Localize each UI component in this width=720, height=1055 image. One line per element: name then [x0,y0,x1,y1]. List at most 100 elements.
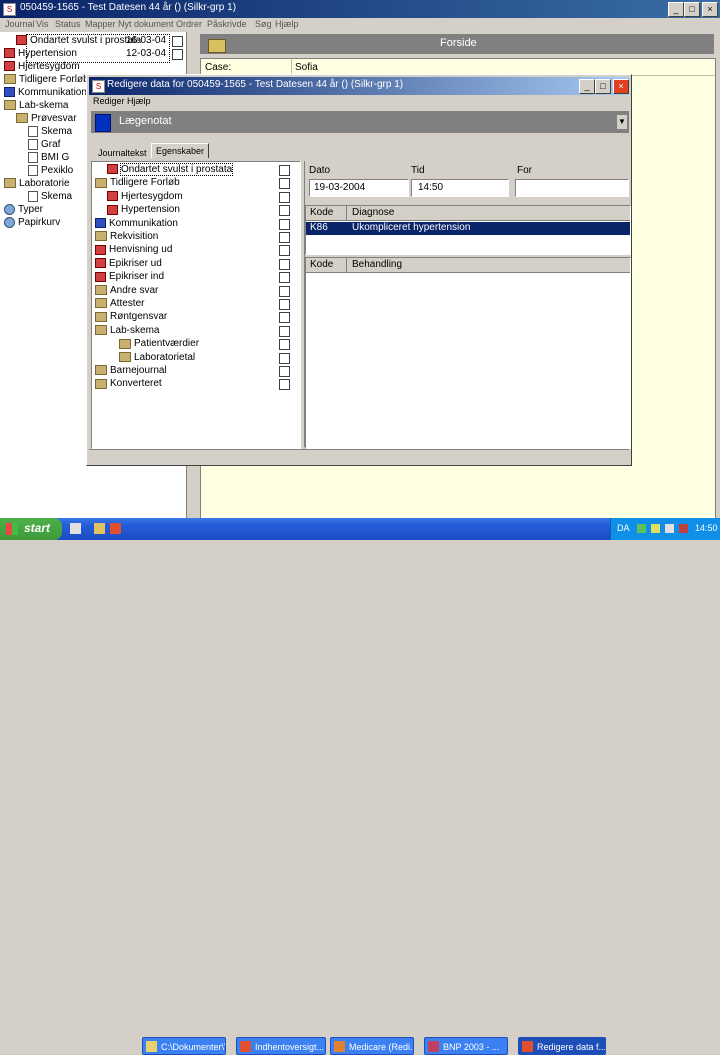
menu-status[interactable]: Status [55,19,81,29]
tree-item[interactable]: Patientværdier [119,337,199,350]
tree-item-checkbox[interactable] [279,218,290,230]
tree-item[interactable]: Prøvesvar [16,112,77,125]
menu-nyt-dokument[interactable]: Nyt dokument [118,19,174,29]
tree-item-checkbox[interactable] [279,379,290,391]
tree-item[interactable]: Kommunikation [95,217,178,230]
maximize-button[interactable]: □ [684,2,700,17]
tree-item[interactable]: Laboratorie [4,177,70,190]
dialog-minimize-button[interactable]: _ [579,79,595,94]
tree-item[interactable]: Epikriser ud [95,257,162,270]
tray-icon-1[interactable] [637,524,646,533]
tree-item-checkbox[interactable] [279,299,290,310]
tree-item[interactable]: Hjertesygdom [4,60,80,73]
quicklaunch-icon-3[interactable] [110,523,121,534]
quicklaunch-icon-2[interactable] [94,523,105,534]
tree-item[interactable]: Laboratorietal [119,351,195,364]
doc-type-dropdown-icon[interactable]: ▼ [617,115,627,129]
beh-col-kode[interactable]: Kode [310,259,333,270]
close-button[interactable]: × [702,2,718,17]
tree-item[interactable]: Ondartet svulst i prostata 16-03-04 [16,34,183,47]
tree-item[interactable]: Konverteret [95,377,162,390]
tree-item[interactable]: Kommunikation [4,86,87,99]
doc-type-bar[interactable]: Lægenotat ▼ [91,111,629,133]
tree-item[interactable]: Skema [28,125,72,138]
tree-item[interactable]: Attester [95,297,144,310]
tree-item[interactable]: BMI G [28,151,69,164]
table-row[interactable]: K86 Ukompliceret hypertension [306,222,630,235]
tree-item-checkbox[interactable] [279,232,290,243]
menu-journal[interactable]: Journal [5,19,35,29]
menu-hjaelp[interactable]: Hjælp [275,19,299,29]
taskbar-task-label: Indhentoversigt... [255,1042,325,1052]
folder-icon [95,311,107,322]
tree-item-checkbox[interactable] [172,36,183,47]
tree-item[interactable]: Pexiklo [28,164,73,177]
quicklaunch-icon-1[interactable] [70,523,81,534]
dialog-menu-hjaelp[interactable]: Hjælp [127,96,151,106]
tree-item[interactable]: Hypertension 12-03-04 [4,47,183,60]
tree-item[interactable]: Hypertension [107,203,180,216]
tree-item-checkbox[interactable] [279,178,290,190]
tray-icon-3[interactable] [665,524,674,533]
tree-item-checkbox[interactable] [279,258,290,270]
taskbar-task[interactable]: BNP 2003 - ... [424,1037,508,1055]
tree-item[interactable]: Epikriser ind [95,270,164,283]
tree-item-checkbox[interactable] [279,339,290,351]
tree-item-label: Epikriser ind [109,271,165,283]
tree-item[interactable]: Graf [28,138,60,151]
minimize-button[interactable]: _ [668,2,684,17]
tree-item-checkbox[interactable] [279,272,290,284]
tree-item[interactable]: Rekvisition [95,230,158,243]
tree-item[interactable]: Skema [28,190,72,203]
menu-paaskrivde[interactable]: Påskrivde [207,19,247,29]
tree-item[interactable]: Lab-skema [95,324,159,337]
tree-item[interactable]: Tidligere Forløb [4,73,89,86]
beh-col-behandling[interactable]: Behandling [352,259,402,270]
language-indicator[interactable]: DA [617,523,630,533]
tree-item[interactable]: Typer [4,203,43,216]
menu-mapper[interactable]: Mapper [85,19,116,29]
tree-item[interactable]: Henvisning ud [95,243,172,256]
taskbar-task[interactable]: Medicare (Redi... [330,1037,414,1055]
problem-icon [95,258,106,269]
menu-soeg[interactable]: Søg [255,19,272,29]
tree-item-label: Kommunikation [109,217,178,229]
tray-icon-4[interactable] [679,524,688,533]
for-field[interactable] [515,179,629,197]
tree-item[interactable]: Lab-skema [4,99,68,112]
tree-item[interactable]: Hjertesygdom [107,190,183,203]
tree-item-checkbox[interactable] [279,191,290,203]
dialog-menu-rediger[interactable]: Rediger [93,96,125,106]
tray-icon-2[interactable] [651,524,660,533]
dato-field[interactable]: 19-03-2004 [309,179,409,197]
taskbar-task[interactable]: Indhentoversigt... [236,1037,326,1055]
tree-item-checkbox[interactable] [279,352,290,364]
tree-item[interactable]: Ondartet svulst i prostata [107,163,234,176]
tree-item[interactable]: Røntgensvar [95,310,167,323]
tree-item-checkbox[interactable] [172,49,183,60]
tab-journaltekst[interactable]: Journaltekst [95,147,150,159]
diag-col-kode[interactable]: Kode [310,207,333,218]
tid-field[interactable]: 14:50 [411,179,509,197]
tree-item-checkbox[interactable] [279,205,290,217]
tree-item-checkbox[interactable] [279,312,290,324]
clock: 14:50 [695,523,718,533]
taskbar-task-active[interactable]: Redigere data f... [518,1037,606,1055]
tree-item-checkbox[interactable] [279,285,290,297]
tree-item[interactable]: Barnejournal [95,364,167,377]
tree-item-checkbox[interactable] [279,245,290,257]
tree-item-checkbox[interactable] [279,325,290,337]
menu-vis[interactable]: Vis [36,19,48,29]
start-button[interactable]: start [0,518,62,540]
tab-egenskaber[interactable]: Egenskaber [151,143,210,158]
tree-item[interactable]: Andre svar [95,284,158,297]
dialog-maximize-button[interactable]: □ [595,79,611,94]
menu-ordrer[interactable]: Ordrer [176,19,202,29]
tree-item[interactable]: Tidligere Forløb [95,176,180,189]
tree-item-checkbox[interactable] [279,366,290,377]
taskbar-task[interactable]: C:\Dokumenter\Vos... [142,1037,226,1055]
dialog-close-button[interactable]: × [613,79,629,94]
tree-item[interactable]: Papirkurv [4,216,60,229]
diag-col-diagnose[interactable]: Diagnose [352,207,394,218]
tree-item-checkbox[interactable] [279,165,290,176]
